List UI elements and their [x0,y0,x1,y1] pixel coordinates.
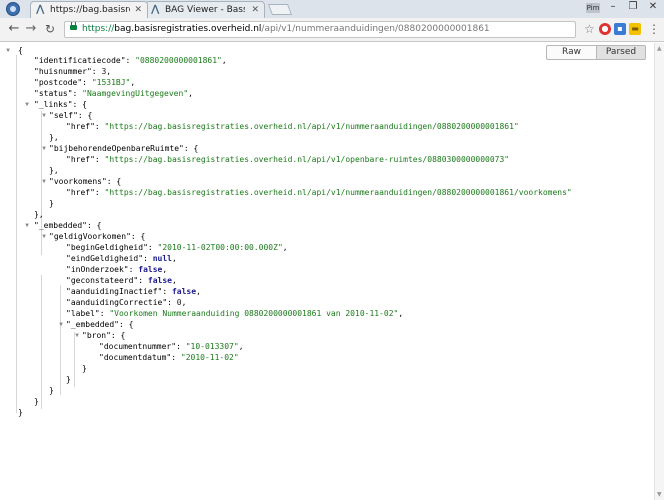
scroll-down-icon[interactable]: ▼ [657,491,663,498]
tab-title: BAG Viewer - Bassein 34 [165,5,245,15]
new-tab-button[interactable] [267,4,293,15]
json-line: "bron": { [82,331,126,340]
collapse-toggle-icon[interactable]: ▼ [4,45,12,56]
json-line: "postcode": "1531BJ", [34,78,136,87]
json-line: } [18,408,23,417]
close-icon[interactable]: ✕ [251,2,259,18]
json-line: "voorkomens": { [49,177,122,186]
bookmark-star-icon[interactable]: ☆ [584,21,595,37]
extension-icon[interactable]: ● [599,23,611,35]
forward-arrow-icon[interactable]: → [23,21,39,37]
json-line: "bijbehorendeOpenbareRuimte": { [49,144,199,153]
json-line: "geconstateerd": false, [66,276,177,285]
json-line: "documentdatum": "2010-11-02" [99,353,239,362]
page-favicon-icon: ⋀ [36,4,45,15]
window-close-icon[interactable]: ✕ [643,0,663,14]
page-favicon-icon: ⋀ [151,4,160,15]
json-line: "_embedded": { [66,320,134,329]
json-line: "beginGeldigheid": "2010-11-02T00:00:00.… [66,243,288,252]
collapse-toggle-icon[interactable]: ▼ [23,220,31,231]
collapse-toggle-icon[interactable]: ▼ [57,319,65,330]
json-line: "label": "Voorkomen Nummeraanduiding 088… [66,309,404,318]
lock-icon [70,22,77,30]
tab-strip: ⋀ https://bag.basisregistrati ✕ ⋀ BAG Vi… [0,0,664,18]
tab-title: https://bag.basisregistrati [50,5,130,15]
json-line: "documentnummer": "10-013307", [99,342,244,351]
json-line: } [49,386,54,395]
json-line: "geldigVoorkomen": { [49,232,146,241]
json-line: "aanduidingInactief": false, [66,287,201,296]
json-line: }, [49,166,59,175]
collapse-toggle-icon[interactable]: ▼ [40,110,48,121]
profile-badge[interactable]: Pim [586,3,600,13]
collapse-toggle-icon[interactable]: ▼ [23,99,31,110]
vertical-scrollbar[interactable]: ▲ ▼ [654,43,664,500]
menu-icon[interactable]: ⋮ [648,21,660,37]
collapse-toggle-icon[interactable]: ▼ [40,176,48,187]
json-line: } [34,397,39,406]
json-line: "self": { [49,111,93,120]
json-line: "href": "https://bag.basisregistraties.o… [66,122,519,131]
parsed-button[interactable]: Parsed [596,45,646,60]
json-line: "_embedded": { [34,221,102,230]
collapse-toggle-icon[interactable]: ▼ [73,330,81,341]
json-line: "href": "https://bag.basisregistraties.o… [66,155,510,164]
json-line: }, [34,210,44,219]
json-line: "eindGeldigheid": null, [66,254,177,263]
json-line: } [66,375,71,384]
json-line: "status": "NaamgevingUitgegeven", [34,89,193,98]
url-text[interactable]: https://bag.basisregistraties.overheid.n… [82,22,490,37]
app-menu-icon[interactable] [6,2,20,16]
scroll-up-icon[interactable]: ▲ [657,45,663,52]
restore-icon[interactable]: ❐ [623,0,643,14]
tab-bag-api[interactable]: ⋀ https://bag.basisregistrati ✕ [30,1,148,18]
extension-icon[interactable]: ▪ [614,23,626,35]
raw-button[interactable]: Raw [546,45,597,60]
json-line: }, [49,133,59,142]
collapse-toggle-icon[interactable]: ▼ [40,231,48,242]
tab-bag-viewer[interactable]: ⋀ BAG Viewer - Bassein 34 ✕ [145,1,265,18]
collapse-toggle-icon[interactable]: ▼ [40,143,48,154]
json-line: } [49,199,54,208]
browser-toolbar: ← → ↻ https://bag.basisregistraties.over… [0,18,664,42]
page-content: Raw Parsed ▼ { "identificatiecode": "088… [0,43,664,500]
json-line: "_links": { [34,100,87,109]
json-line: "huisnummer": 3, [34,67,112,76]
address-bar[interactable]: https://bag.basisregistraties.overheid.n… [64,21,576,38]
minimize-icon[interactable]: – [603,0,623,14]
back-arrow-icon[interactable]: ← [6,21,22,37]
json-line: "aanduidingCorrectie": 0, [66,298,187,307]
json-line: } [82,364,87,373]
reload-icon[interactable]: ↻ [42,21,58,37]
close-icon[interactable]: ✕ [134,2,142,18]
json-line: "identificatiecode": "0880200000001861", [34,56,227,65]
extension-icon[interactable]: ▬ [629,23,641,35]
json-line: "inOnderzoek": false, [66,265,168,274]
json-line: "href": "https://bag.basisregistraties.o… [66,188,572,197]
json-line: { [18,46,23,55]
